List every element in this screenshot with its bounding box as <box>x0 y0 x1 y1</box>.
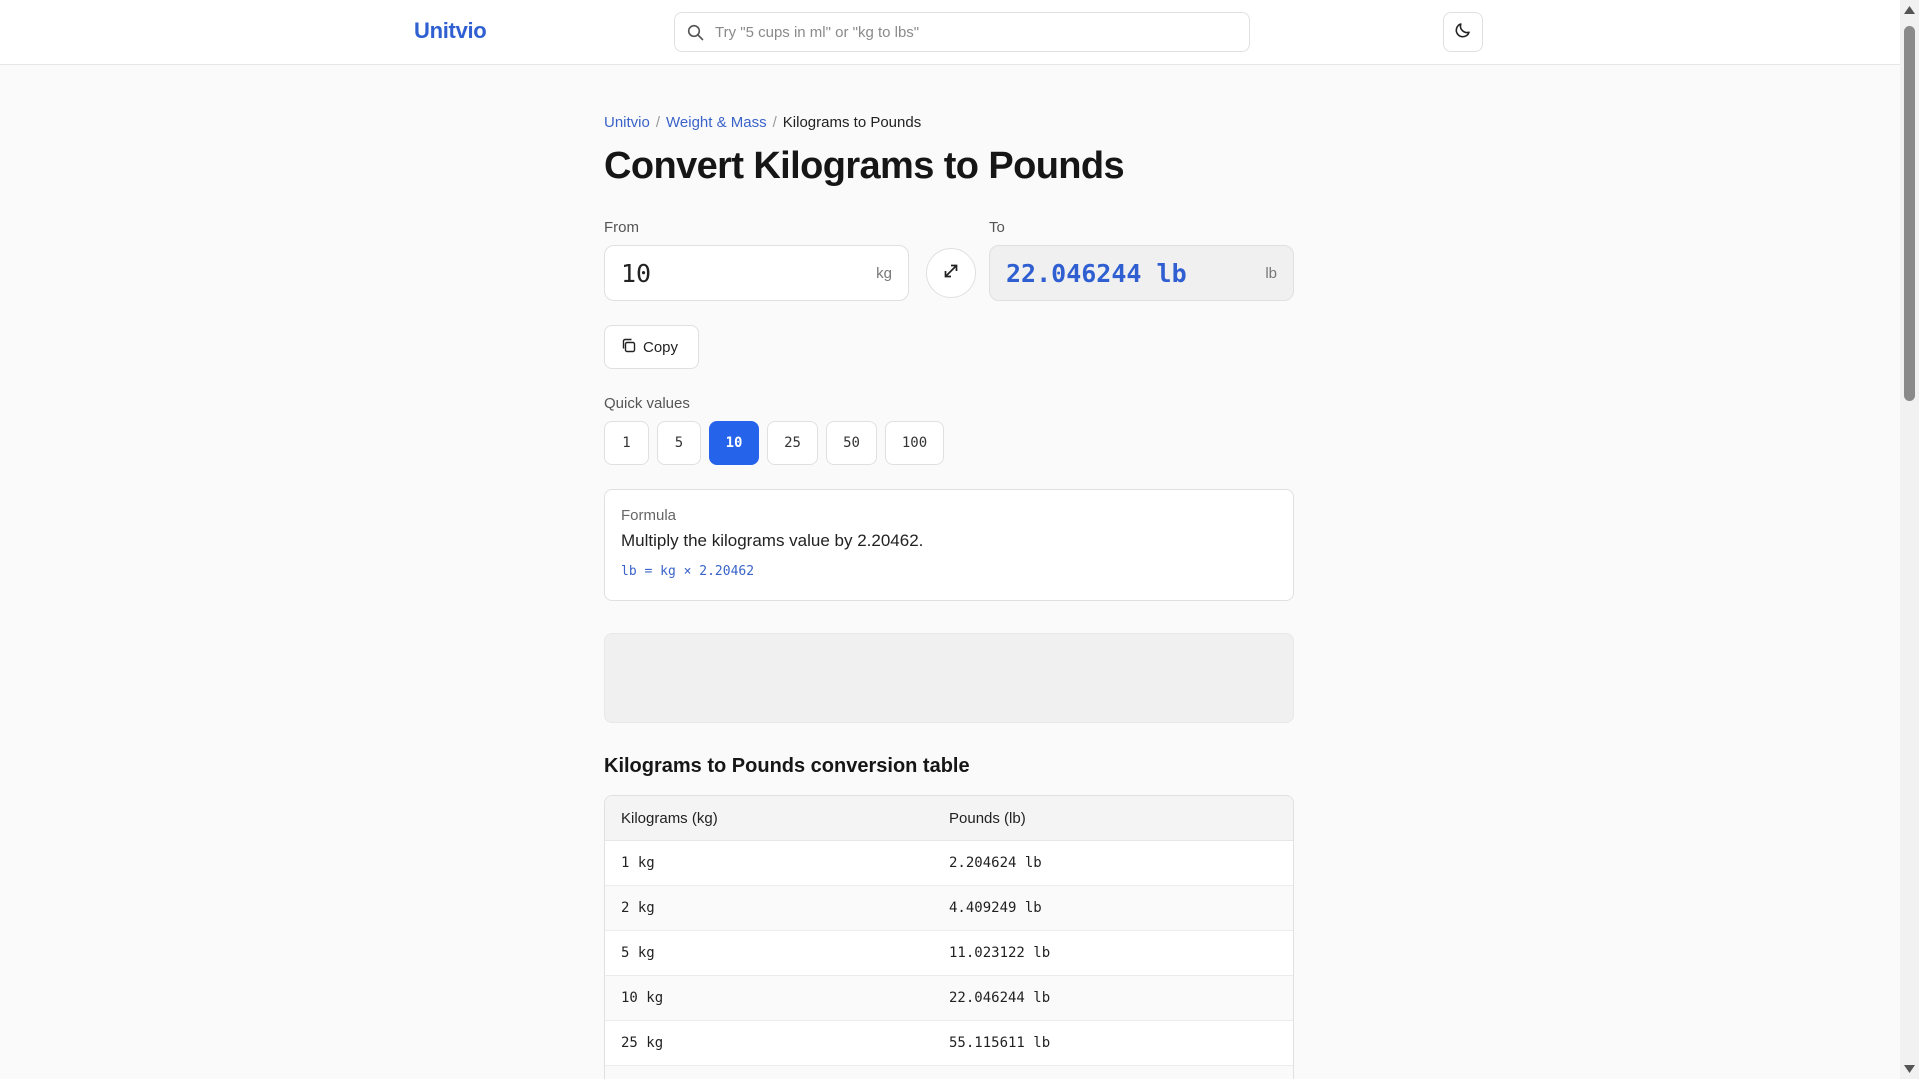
table-row: 1 kg 2.204624 lb <box>605 841 1293 886</box>
table-header: Kilograms (kg) Pounds (lb) <box>605 796 1293 841</box>
table-heading: Kilograms to Pounds conversion table <box>604 755 970 777</box>
conversion-table: Kilograms (kg) Pounds (lb) 1 kg 2.204624… <box>604 795 1294 1079</box>
quick-value-button[interactable]: 25 <box>767 421 818 465</box>
quick-value-button[interactable]: 50 <box>826 421 877 465</box>
quick-values-row: 1 5 10 25 50 100 <box>604 421 944 465</box>
site-logo[interactable]: Unitvio <box>414 18 487 44</box>
table-cell: 1 kg <box>621 855 655 871</box>
quick-value-button-active[interactable]: 10 <box>709 421 759 465</box>
search-box[interactable] <box>674 12 1250 52</box>
breadcrumb: Unitvio / Weight & Mass / Kilograms to Pound… <box>604 114 921 131</box>
to-value: 22.046244 lb <box>1006 259 1187 288</box>
quick-value-button[interactable]: 1 <box>604 421 649 465</box>
scroll-up-icon[interactable] <box>1903 4 1916 16</box>
table-cell: 5 kg <box>621 945 655 961</box>
table-cell: 10 kg <box>621 990 664 1006</box>
top-bar: Unitvio <box>0 0 1900 65</box>
breadcrumb-separator: / <box>655 114 661 131</box>
table-cell: 25 kg <box>621 1035 664 1051</box>
table-cell: 2 kg <box>621 900 655 916</box>
quick-value-button[interactable]: 5 <box>657 421 701 465</box>
from-unit: kg <box>876 265 892 282</box>
swap-icon <box>942 262 960 285</box>
to-label: To <box>989 219 1005 236</box>
table-row: 25 kg 55.115611 lb <box>605 1021 1293 1066</box>
table-row: 2 kg 4.409249 lb <box>605 886 1293 931</box>
table-cell: 55.115611 lb <box>949 1035 1051 1051</box>
copy-icon <box>621 338 636 357</box>
from-input-field[interactable]: 10 kg <box>604 245 909 301</box>
table-cell: 22.046244 lb <box>949 990 1051 1006</box>
table-cell: 11.023122 lb <box>949 945 1051 961</box>
formula-description: Multiply the kilograms value by 2.20462. <box>621 531 924 550</box>
breadcrumb-current: Kilograms to Pounds <box>782 114 922 131</box>
formula-card: Formula Multiply the kilograms value by … <box>604 489 1294 601</box>
breadcrumb-category-link[interactable]: Weight & Mass <box>666 114 767 131</box>
copy-label: Copy <box>643 338 679 356</box>
from-label: From <box>604 219 639 236</box>
to-output-field: 22.046244 lb lb <box>989 245 1294 301</box>
table-cell: 4.409249 lb <box>949 900 1042 916</box>
table-row: 5 kg 11.023122 lb <box>605 931 1293 976</box>
page-title: Convert Kilograms to Pounds <box>604 145 1125 187</box>
from-value[interactable]: 10 <box>621 259 651 288</box>
breadcrumb-separator: / <box>772 114 777 131</box>
copy-button[interactable]: Copy <box>604 325 699 369</box>
to-unit: lb <box>1265 265 1277 282</box>
scrollbar-thumb[interactable] <box>1904 26 1915 401</box>
theme-toggle-button[interactable] <box>1443 12 1483 52</box>
table-cell: 2.204624 lb <box>949 855 1042 871</box>
scroll-down-icon[interactable] <box>1903 1063 1916 1075</box>
formula-code: lb = kg × 2.20462 <box>621 564 755 579</box>
page-scrollbar[interactable] <box>1900 0 1919 1079</box>
quick-value-button[interactable]: 100 <box>885 421 944 465</box>
column-header-lb: Pounds (lb) <box>949 810 1026 827</box>
search-icon <box>687 24 704 41</box>
quick-values-label: Quick values <box>604 395 690 412</box>
column-header-kg: Kilograms (kg) <box>621 810 718 827</box>
swap-button[interactable] <box>926 248 976 298</box>
search-input[interactable] <box>715 13 1235 51</box>
formula-title: Formula <box>621 507 677 524</box>
table-row: 10 kg 22.046244 lb <box>605 976 1293 1021</box>
moon-icon <box>1454 21 1472 44</box>
breadcrumb-home-link[interactable]: Unitvio <box>604 114 650 131</box>
ad-placeholder <box>604 633 1294 723</box>
table-row <box>605 1066 1293 1079</box>
